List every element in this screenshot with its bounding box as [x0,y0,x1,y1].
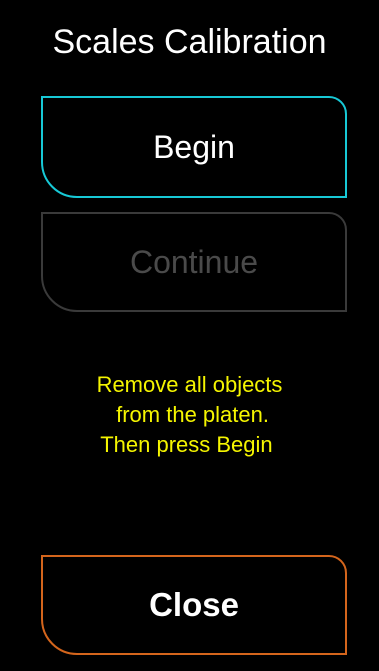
continue-button[interactable]: Continue [41,212,347,312]
continue-button-label: Continue [129,243,259,280]
begin-button[interactable]: Begin [41,96,347,198]
close-button[interactable]: Close [41,555,347,655]
close-button-label: Close [149,586,239,623]
begin-button-label: Begin [153,128,235,165]
instruction-line: Then press Begin [100,432,279,457]
instruction-line: from the platen. [110,402,269,427]
dialog-title: Scales Calibration [52,23,327,61]
instructions-text: Remove all objects from the platen. Then… [0,370,379,460]
instruction-line: Remove all objects [96,372,283,397]
